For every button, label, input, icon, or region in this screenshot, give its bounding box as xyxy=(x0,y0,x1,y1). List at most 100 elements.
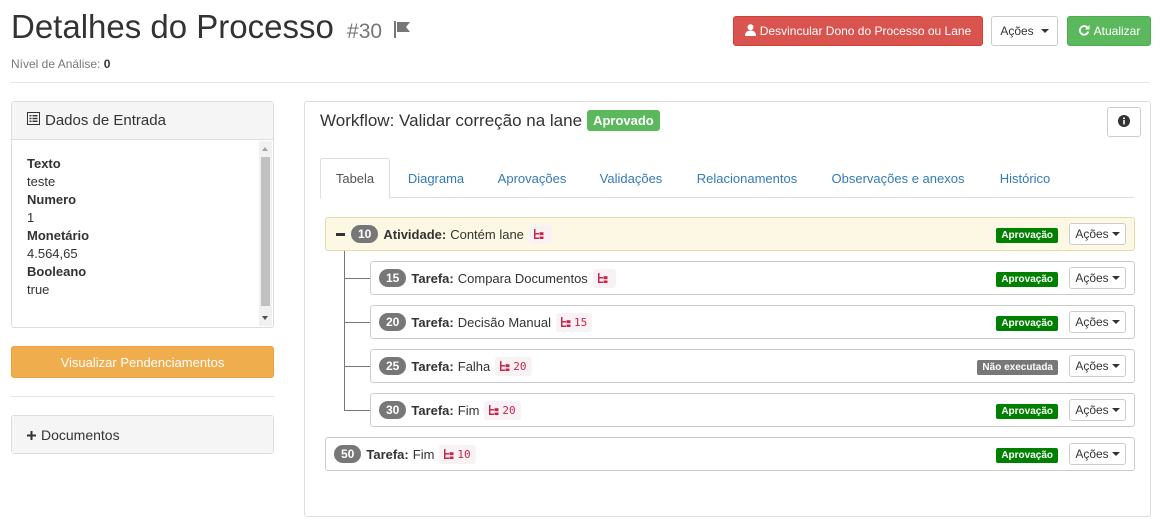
row-ref-tag xyxy=(528,224,552,244)
tab-validacoes[interactable]: Validações xyxy=(590,158,672,198)
row-name: Fim xyxy=(412,446,435,462)
page-title: Detalhes do Processo #30 xyxy=(11,8,413,47)
field-value: 1 xyxy=(27,210,35,225)
workflow-tabs: Tabela Diagrama Aprovações Validações Re… xyxy=(320,158,1134,199)
row-status-badge: Aprovação xyxy=(996,228,1058,243)
row-id-badge: 10 xyxy=(351,225,379,243)
unlink-owner-button[interactable]: Desvincular Dono do Processo ou Lane xyxy=(733,16,983,46)
tree-icon xyxy=(597,273,608,283)
field-value: teste xyxy=(27,174,56,189)
tab-aprovacoes[interactable]: Aprovações xyxy=(486,158,578,198)
caret-down-icon xyxy=(1040,29,1049,33)
tree-icon xyxy=(489,405,499,415)
row-ref-tag: 20 xyxy=(495,356,532,376)
tab-historico[interactable]: Histórico xyxy=(988,158,1062,198)
sidebar-divider xyxy=(11,396,274,397)
row-ref-tag: 10 xyxy=(439,444,476,464)
row-status-badge: Aprovação xyxy=(996,404,1058,419)
row-type: Tarefa: xyxy=(366,446,409,462)
row-type: Tarefa: xyxy=(411,358,454,374)
row-actions-button[interactable]: Ações xyxy=(1069,311,1126,333)
row-name: Falha xyxy=(457,358,491,374)
input-data-panel: Dados de Entrada Texto teste Numero 1 Mo… xyxy=(11,101,274,328)
row-ref-tag: 20 xyxy=(484,400,521,420)
row-ref-value: 20 xyxy=(513,359,527,373)
tab-diagrama[interactable]: Diagrama xyxy=(398,158,474,198)
caret-down-icon xyxy=(1111,452,1120,456)
scrollbar-thumb[interactable] xyxy=(261,157,270,306)
row-actions-button[interactable]: Ações xyxy=(1069,355,1126,377)
row-type: Atividade: xyxy=(383,226,447,242)
tree-row-task[interactable]: 20 Tarefa: Decisão Manual 15 Aprovação A… xyxy=(370,305,1135,339)
row-type: Tarefa: xyxy=(411,314,454,330)
row-id-badge: 50 xyxy=(334,445,362,463)
input-data-list: Texto teste Numero 1 Monetário 4.564,65 … xyxy=(27,155,89,299)
tree-row-task[interactable]: 15 Tarefa: Compara Documentos Aprovação … xyxy=(370,261,1135,295)
row-actions-button[interactable]: Ações xyxy=(1069,267,1126,289)
header-divider xyxy=(11,82,1149,83)
list-icon xyxy=(27,112,40,129)
caret-down-icon xyxy=(1111,232,1120,236)
row-name: Decisão Manual xyxy=(457,314,551,330)
info-button[interactable] xyxy=(1107,107,1141,137)
row-ref-tag: 15 xyxy=(555,312,593,332)
scroll-up-arrow-icon[interactable] xyxy=(262,147,268,151)
plus-icon xyxy=(27,427,36,443)
row-id-badge: 15 xyxy=(379,269,407,287)
tree-row-task[interactable]: 30 Tarefa: Fim 20 Aprovação Ações xyxy=(370,393,1135,427)
row-status-badge: Aprovação xyxy=(996,448,1058,463)
page-title-text: Detalhes do Processo xyxy=(11,8,334,45)
analysis-level-value: 0 xyxy=(103,57,111,71)
caret-down-icon xyxy=(1111,276,1120,280)
row-ref-value: 10 xyxy=(457,447,471,461)
tree-connector-branch xyxy=(344,410,370,411)
tree-connector-branch xyxy=(344,322,370,323)
tab-relacionamentos[interactable]: Relacionamentos xyxy=(686,158,808,198)
tree-connector-branch xyxy=(344,278,370,279)
input-data-panel-header: Dados de Entrada xyxy=(12,102,273,140)
tree-row-task[interactable]: 50 Tarefa: Fim 10 Aprovação Ações xyxy=(325,437,1135,471)
field-key: Numero xyxy=(27,192,77,207)
field-key: Texto xyxy=(27,156,61,171)
workflow-status-badge: Aprovado xyxy=(587,110,660,131)
info-icon xyxy=(1118,114,1130,130)
actions-dropdown-button[interactable]: Ações xyxy=(991,16,1058,46)
view-pendencies-button[interactable]: Visualizar Pendenciamentos xyxy=(11,346,274,378)
row-status-badge: Aprovação xyxy=(996,272,1058,287)
collapse-minus-icon[interactable] xyxy=(336,232,345,236)
caret-down-icon xyxy=(1111,320,1120,324)
row-type: Tarefa: xyxy=(411,270,454,286)
row-status-badge: Aprovação xyxy=(996,316,1058,331)
tree-icon xyxy=(444,449,454,459)
documents-panel-header[interactable]: Documentos xyxy=(12,416,273,453)
row-id-badge: 30 xyxy=(379,401,407,419)
input-data-scrollbar[interactable] xyxy=(259,141,272,326)
refresh-button[interactable]: Atualizar xyxy=(1067,16,1151,46)
field-key: Monetário xyxy=(27,228,90,243)
row-type: Tarefa: xyxy=(411,402,454,418)
row-ref-value: 15 xyxy=(573,315,588,329)
row-actions-button[interactable]: Ações xyxy=(1069,223,1126,245)
user-icon xyxy=(744,23,756,39)
tree-row-task[interactable]: 25 Tarefa: Falha 20 Não executada Ações xyxy=(370,349,1135,383)
tree-row-activity[interactable]: 10 Atividade: Contém lane Aprovação Açõe… xyxy=(325,217,1135,251)
analysis-level: Nível de Análise: 0 xyxy=(11,57,111,71)
caret-down-icon xyxy=(1111,408,1120,412)
tree-connector-branch xyxy=(344,366,370,367)
scroll-down-arrow-icon[interactable] xyxy=(262,316,268,320)
row-actions-button[interactable]: Ações xyxy=(1069,443,1126,465)
field-key: Booleano xyxy=(27,264,87,279)
row-name: Compara Documentos xyxy=(457,270,588,286)
tree-icon xyxy=(533,229,544,239)
workflow-title: Workflow: Validar correção na lane Aprov… xyxy=(320,110,660,131)
row-ref-value: 20 xyxy=(502,403,516,417)
field-value: true xyxy=(27,282,50,297)
tab-observacoes-e-anexos[interactable]: Observações e anexos xyxy=(822,158,974,198)
field-value: 4.564,65 xyxy=(27,246,78,261)
tree-icon xyxy=(560,317,571,327)
row-ref-tag xyxy=(592,268,616,288)
documents-panel[interactable]: Documentos xyxy=(11,415,274,454)
row-actions-button[interactable]: Ações xyxy=(1069,399,1126,421)
tab-tabela[interactable]: Tabela xyxy=(320,158,390,199)
row-id-badge: 20 xyxy=(379,313,407,331)
